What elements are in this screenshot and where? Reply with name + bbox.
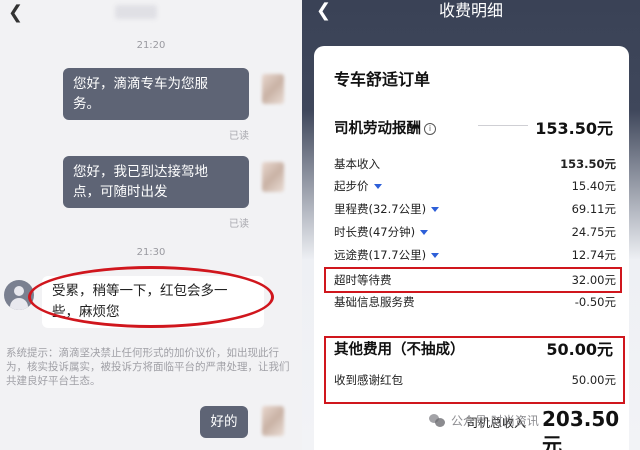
fee-row: 基础信息服务费 -0.50元 xyxy=(334,293,616,311)
tip-value: 50.00元 xyxy=(571,373,616,387)
read-receipt: 已读 xyxy=(229,219,249,230)
blurred-contact-name xyxy=(115,5,157,19)
fee-row[interactable]: 里程费(32.7公里) 69.11元 xyxy=(334,200,616,218)
fee-row-label: 里程费(32.7公里) xyxy=(334,200,440,218)
fee-row-label: 基本收入 xyxy=(334,157,380,171)
outgoing-message-bubble[interactable]: 您好，滴滴专车为您服 务。 xyxy=(63,68,249,120)
fee-row-value: 153.50元 xyxy=(560,157,616,171)
chat-panel: ❮ 21:20 您好，滴滴专车为您服 务。 已读 您好，我已到达接驾地 点，可随… xyxy=(0,0,302,450)
fee-row[interactable]: 时长费(47分钟) 24.75元 xyxy=(334,223,616,241)
message-line: 您好，我已到达接驾地 xyxy=(73,164,208,180)
info-icon[interactable]: i xyxy=(424,123,436,135)
system-notice: 系统提示：滴滴坚决禁止任何形式的加价议价，如出现此行为，核实投诉属实，被投诉方将… xyxy=(6,347,290,387)
chat-header: ❮ xyxy=(0,0,302,28)
labor-pay-text: 司机劳动报酬 xyxy=(334,121,421,137)
message-line: 您好，滴滴专车为您服 xyxy=(73,76,208,92)
message-line: 点，可随时出发 xyxy=(73,184,168,200)
driver-avatar xyxy=(262,406,284,436)
message-line: 务。 xyxy=(73,96,100,112)
fee-row-value: 69.11元 xyxy=(571,202,616,216)
fee-row-label: 远途费(17.7公里) xyxy=(334,246,440,264)
fee-row-value: 24.75元 xyxy=(571,225,616,239)
timestamp: 21:20 xyxy=(136,40,166,51)
outgoing-message-bubble[interactable]: 好的 xyxy=(200,406,248,438)
dropdown-triangle-icon[interactable] xyxy=(373,184,382,189)
tip-row: 收到感谢红包 50.00元 xyxy=(334,371,616,389)
dropdown-triangle-icon[interactable] xyxy=(431,207,440,212)
fee-details-panel: ❮ 收费明细 专车舒适订单 司机劳动报酬 i 153.50元 基本收入 153.5… xyxy=(302,0,640,450)
fee-row-label: 起步价 xyxy=(334,177,382,195)
wechat-logo-icon xyxy=(429,414,445,427)
divider xyxy=(478,125,528,126)
total-income-value: 203.50元 xyxy=(542,407,620,450)
dropdown-triangle-icon[interactable] xyxy=(431,253,440,258)
fee-row[interactable]: 起步价 15.40元 xyxy=(334,177,616,195)
read-receipt: 已读 xyxy=(229,131,249,142)
dropdown-triangle-icon[interactable] xyxy=(420,230,429,235)
fee-row: 基本收入 153.50元 xyxy=(334,155,616,173)
outgoing-message-bubble[interactable]: 您好，我已到达接驾地 点，可随时出发 xyxy=(63,156,249,208)
fee-row-value: 15.40元 xyxy=(571,179,616,193)
driver-avatar xyxy=(262,74,284,104)
highlight-ellipse xyxy=(28,266,274,328)
fee-row-label: 基础信息服务费 xyxy=(334,295,415,309)
timestamp: 21:30 xyxy=(136,247,166,258)
back-arrow-icon[interactable]: ❮ xyxy=(8,4,23,22)
tip-label: 收到感谢红包 xyxy=(334,373,403,387)
page-title: 收费明细 xyxy=(438,1,503,20)
labor-pay-value: 153.50元 xyxy=(535,119,613,138)
fee-row-value: 12.74元 xyxy=(571,248,616,262)
other-fees-label: 其他费用（不抽成） xyxy=(334,342,465,358)
labor-pay-label: 司机劳动报酬 i xyxy=(334,117,436,138)
order-type: 专车舒适订单 xyxy=(334,70,431,89)
other-fees-value: 50.00元 xyxy=(546,340,613,359)
fee-row-value: -0.50元 xyxy=(574,295,616,309)
message-text: 好的 xyxy=(210,414,238,430)
fee-row[interactable]: 远途费(17.7公里) 12.74元 xyxy=(334,246,616,264)
driver-avatar xyxy=(262,162,284,192)
watermark: 公众号·时尚资讯 xyxy=(429,412,539,430)
fee-card: 专车舒适订单 司机劳动报酬 i 153.50元 基本收入 153.50元 起步价 … xyxy=(314,46,629,450)
fee-row-label: 时长费(47分钟) xyxy=(334,223,429,241)
highlight-box xyxy=(324,267,622,293)
